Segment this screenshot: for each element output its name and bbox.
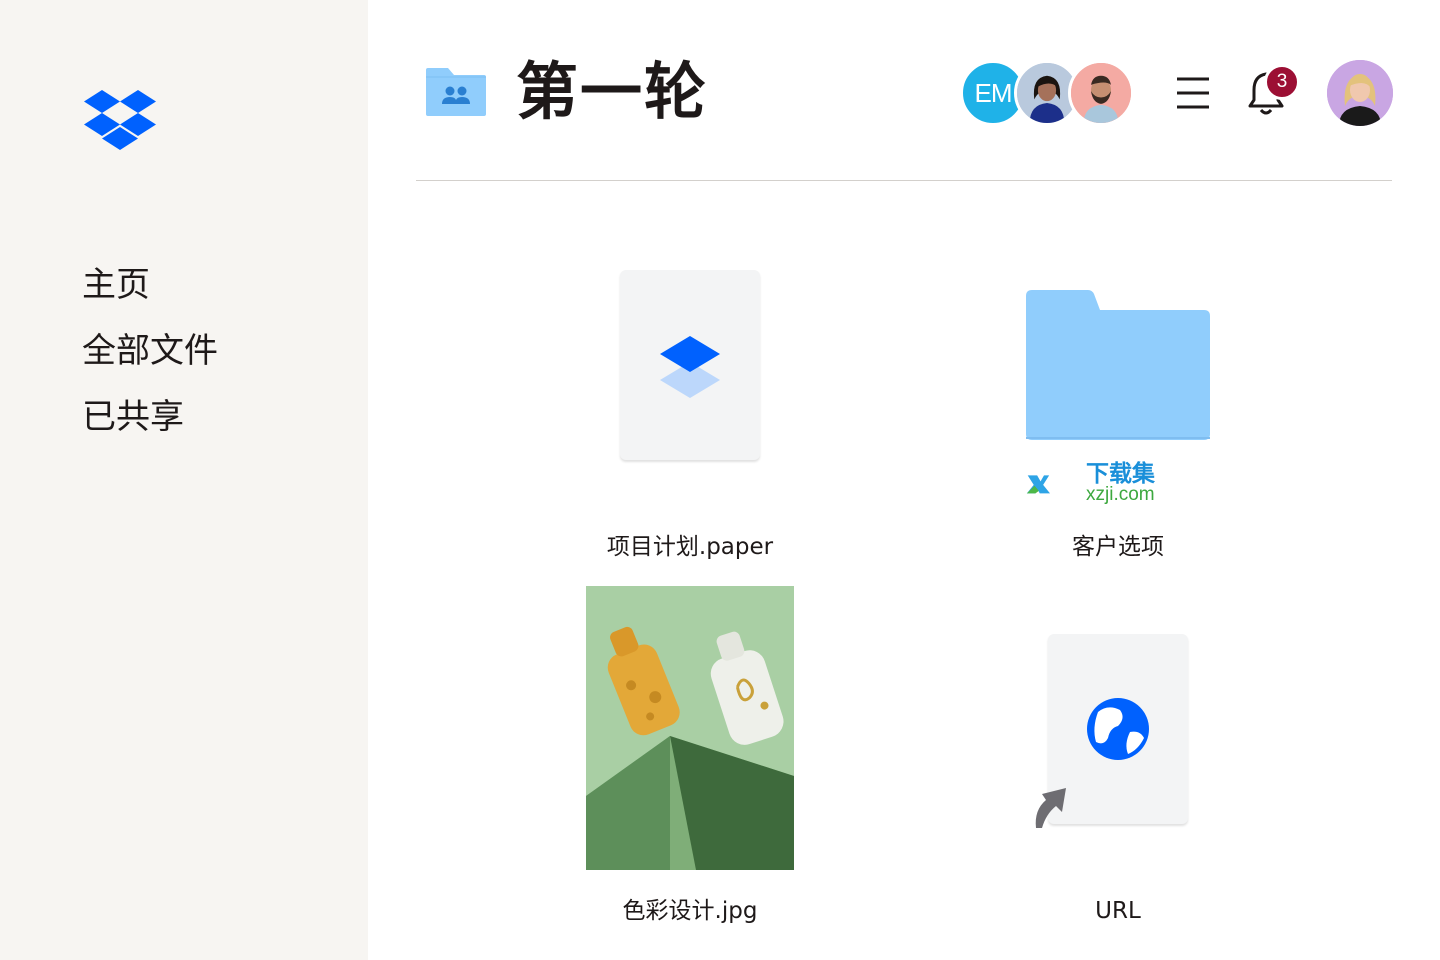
paper-layers-icon <box>660 336 720 398</box>
file-name: 客户选项 <box>1072 534 1164 560</box>
watermark-domain: xzji.com <box>1086 484 1155 505</box>
sidebar-item-shared[interactable]: 已共享 <box>82 384 218 450</box>
dropbox-logo-icon[interactable] <box>84 90 156 150</box>
image-thumbnail <box>586 586 794 870</box>
paper-doc-icon <box>620 270 760 460</box>
member-avatar[interactable] <box>1068 60 1134 126</box>
file-item[interactable]: 客户选项 <box>988 260 1248 570</box>
sidebar-item-home[interactable]: 主页 <box>82 252 218 318</box>
folder-icon <box>1026 290 1210 440</box>
file-name: 色彩设计.jpg <box>622 898 758 924</box>
page-title: 第一轮 <box>516 55 709 128</box>
notification-badge: 3 <box>1264 64 1300 100</box>
shared-folder-icon <box>426 68 486 116</box>
shortcut-arrow-icon <box>1035 788 1066 828</box>
file-item[interactable]: 项目计划.paper <box>560 260 820 570</box>
user-avatar[interactable] <box>1327 60 1393 126</box>
sidebar-nav: 主页 全部文件 已共享 <box>82 252 218 450</box>
sidebar-item-all-files[interactable]: 全部文件 <box>82 318 218 384</box>
sidebar: 主页 全部文件 已共享 <box>0 0 368 960</box>
file-name: 项目计划.paper <box>606 534 774 560</box>
shared-members[interactable]: EM <box>960 60 1140 126</box>
file-item[interactable]: URL <box>988 586 1248 930</box>
header-divider <box>416 180 1392 181</box>
menu-icon[interactable] <box>1174 74 1212 112</box>
file-name: URL <box>1095 898 1141 924</box>
watermark-logo-icon <box>1026 475 1050 494</box>
file-item[interactable]: 色彩设计.jpg <box>560 586 820 930</box>
